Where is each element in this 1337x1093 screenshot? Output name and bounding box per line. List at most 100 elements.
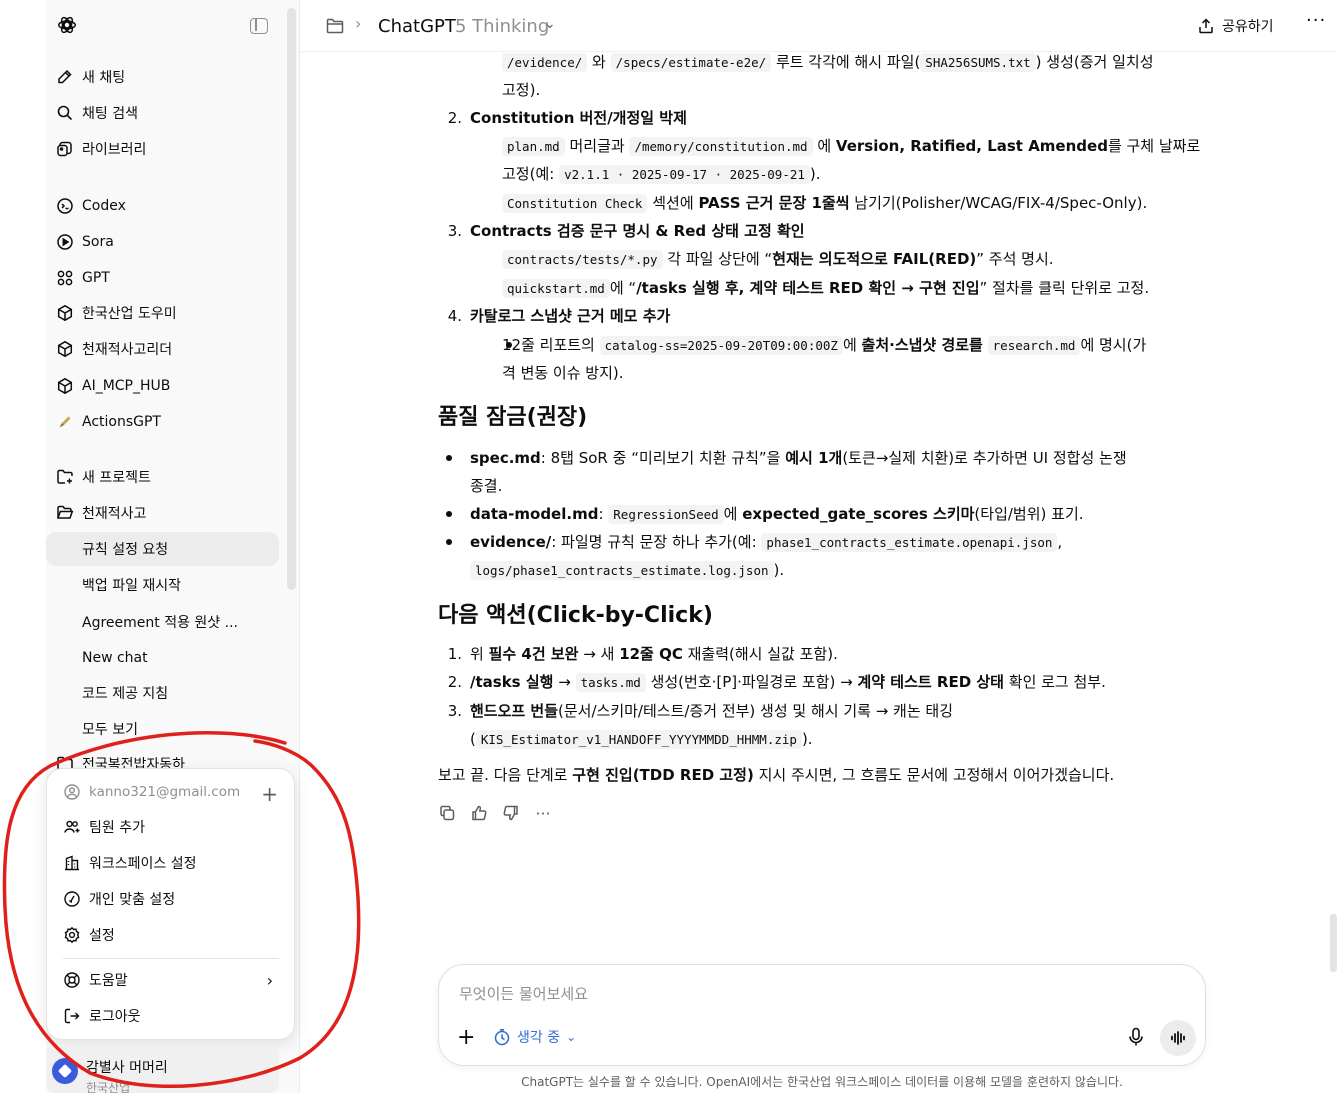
- text: ) 생성(증거 일치성: [1035, 53, 1154, 71]
- bullet: [446, 511, 452, 517]
- sidebar-item-search-chats[interactable]: 채팅 검색: [46, 96, 279, 130]
- chat-item[interactable]: 백업 파일 재시작: [46, 568, 279, 602]
- chat-item-label: 규칙 설정 요청: [82, 542, 169, 558]
- sidebar-item-new-project[interactable]: 새 프로젝트: [46, 460, 279, 494]
- user-name: 감별사 머머리: [86, 1060, 168, 1076]
- folder-icon[interactable]: [326, 18, 344, 34]
- add-account-plus-icon[interactable]: +: [261, 782, 278, 806]
- text: (문서/스키마/테스트/증거 전부) 생성 및 해시 기록 → 캐논 태깅: [558, 702, 954, 720]
- sidebar-item-hanguk-helper[interactable]: 한국산업 도우미: [46, 296, 279, 330]
- text-line: 보고 끝. 다음 단계로 구현 진입(TDD RED 고정) 지시 주시면, 그…: [438, 761, 1114, 789]
- chat-item[interactable]: New chat: [46, 641, 279, 675]
- inline-code: contracts/tests/*.py: [502, 250, 663, 269]
- model-selector[interactable]: 5 Thinking: [455, 16, 549, 37]
- menu-add-team-member[interactable]: 팀원 추가: [55, 810, 287, 844]
- text-line: 종결.: [470, 477, 503, 495]
- sidebar-item-genius-leader[interactable]: 천재적사고리더: [46, 332, 279, 366]
- text-line: 위 필수 4건 보완 → 새 12줄 QC 재출력(해시 실값 포함).: [470, 640, 838, 668]
- menu-settings[interactable]: 설정: [55, 918, 287, 952]
- more-actions-icon[interactable]: ···: [534, 804, 552, 823]
- text-line: evidence/: 파일명 규칙 문장 하나 추가(예: phase1_con…: [470, 528, 1062, 557]
- text: 각 파일 상단에 “: [667, 250, 773, 268]
- waveform-icon: [1171, 1031, 1185, 1045]
- chevron-down-icon: ⌄: [566, 1030, 577, 1044]
- text: 보고 끝. 다음 단계로: [438, 766, 568, 784]
- sidebar-item-sora[interactable]: Sora: [46, 225, 279, 259]
- gear-icon: [63, 926, 81, 944]
- chat-item[interactable]: Agreement 적용 원샷 ...: [46, 605, 279, 639]
- avatar: [52, 1058, 78, 1084]
- sidebar-item-label: Codex: [82, 198, 126, 214]
- prompt-input[interactable]: 무엇이든 물어보세요: [459, 983, 588, 1004]
- inline-code: /evidence/: [502, 53, 588, 72]
- user-org: 한국산업: [86, 1081, 131, 1093]
- menu-personalization[interactable]: 개인 맞춤 설정: [55, 882, 287, 916]
- text: ).: [801, 730, 813, 748]
- chat-item-label: New chat: [82, 650, 148, 666]
- app-title[interactable]: ChatGPT: [378, 16, 456, 37]
- openai-logo-icon[interactable]: [56, 14, 78, 36]
- see-all-link[interactable]: 모두 보기: [46, 712, 279, 746]
- text: 재출력(해시 실값 포함).: [687, 645, 838, 663]
- menu-workspace-settings[interactable]: 워크스페이스 설정: [55, 846, 287, 880]
- sidebar-item-ai-mcp-hub[interactable]: AI_MCP_HUB: [46, 369, 279, 403]
- list-number: 4.: [447, 307, 462, 325]
- edit-icon: [56, 68, 74, 86]
- bold-text: /tasks 실행: [470, 673, 554, 691]
- bold-text: 예시 1개: [785, 449, 843, 467]
- text: 섹션에: [652, 194, 694, 212]
- text: 고정(예:: [502, 165, 555, 183]
- menu-logout[interactable]: 로그아웃: [55, 999, 287, 1033]
- inline-code: quickstart.md: [502, 279, 610, 298]
- user-profile-button[interactable]: 감별사 머머리 한국산업: [46, 1044, 279, 1093]
- text: 남기기(Polisher/WCAG/FIX-4/Spec-Only).: [854, 194, 1148, 212]
- chat-item-active[interactable]: 규칙 설정 요청: [46, 532, 279, 566]
- text-line: spec.md: 8탭 SoR 중 “미리보기 치환 규칙”을 예시 1개(토큰…: [470, 444, 1127, 472]
- sidebar-item-gpt[interactable]: GPT: [46, 261, 279, 295]
- bold-text: evidence/: [470, 533, 552, 551]
- inline-code: /memory/constitution.md: [629, 137, 813, 156]
- sidebar-scrollbar[interactable]: [287, 8, 296, 590]
- text-line: 12줄 리포트의 catalog-ss=2025-09-20T09:00:00Z…: [502, 331, 1146, 360]
- chevron-down-icon[interactable]: ⌄: [544, 16, 556, 32]
- account-email: kanno321@gmail.com: [89, 784, 241, 800]
- library-icon: [56, 140, 74, 158]
- logout-icon: [63, 1007, 81, 1025]
- list-heading: 카탈로그 스냅샷 근거 메모 추가: [470, 302, 670, 330]
- sidebar-item-label: GPT: [82, 270, 110, 286]
- building-icon: [63, 854, 81, 872]
- menu-item-label: 팀원 추가: [89, 820, 145, 836]
- sidebar-item-new-chat[interactable]: 새 채팅: [46, 60, 279, 94]
- text: : 8탭 SoR 중 “미리보기 치환 규칙”을: [540, 449, 781, 467]
- sidebar-item-label: 라이브러리: [82, 142, 147, 158]
- chat-item-label: 백업 파일 재시작: [82, 578, 182, 594]
- sidebar-item-codex[interactable]: Codex: [46, 189, 279, 223]
- folder-open-icon: [56, 504, 74, 522]
- chat-item[interactable]: 코드 제공 지침: [46, 676, 279, 710]
- sidebar-toggle-icon[interactable]: [250, 18, 268, 34]
- list-heading: Contracts 검증 문구 명시 & Red 상태 고정 확인: [470, 217, 805, 245]
- menu-item-label: 개인 맞춤 설정: [89, 892, 176, 908]
- voice-mode-button[interactable]: [1160, 1020, 1196, 1056]
- thumbs-down-icon[interactable]: [502, 804, 520, 822]
- attach-plus-icon[interactable]: +: [457, 1025, 475, 1050]
- text-line: Constitution Check 섹션에 PASS 근거 문장 1줄씩 남기…: [502, 189, 1147, 218]
- text: 에: [723, 505, 738, 523]
- thinking-mode-button[interactable]: 생각 중 ⌄: [493, 1027, 576, 1047]
- text: ” 주석 명시.: [976, 250, 1054, 268]
- inline-code: plan.md: [502, 137, 565, 156]
- sidebar-item-actionsgpt[interactable]: ActionsGPT: [46, 405, 279, 439]
- menu-help[interactable]: 도움말 ›: [55, 963, 287, 997]
- thumbs-up-icon[interactable]: [470, 804, 488, 822]
- share-button[interactable]: 공유하기: [1198, 14, 1274, 38]
- sidebar-item-library[interactable]: 라이브러리: [46, 132, 279, 166]
- text: ).: [773, 561, 785, 579]
- page-scrollbar[interactable]: [1330, 914, 1337, 972]
- more-options-icon[interactable]: ···: [1306, 10, 1326, 31]
- microphone-icon[interactable]: [1127, 1027, 1145, 1047]
- menu-item-label: 설정: [89, 928, 115, 944]
- heading-text: Contracts 검증 문구 명시 & Red 상태 고정 확인: [470, 222, 805, 240]
- sidebar-item-project-genius[interactable]: 천재적사고: [46, 496, 279, 530]
- copy-icon[interactable]: [438, 804, 456, 822]
- text: 에: [842, 336, 857, 354]
